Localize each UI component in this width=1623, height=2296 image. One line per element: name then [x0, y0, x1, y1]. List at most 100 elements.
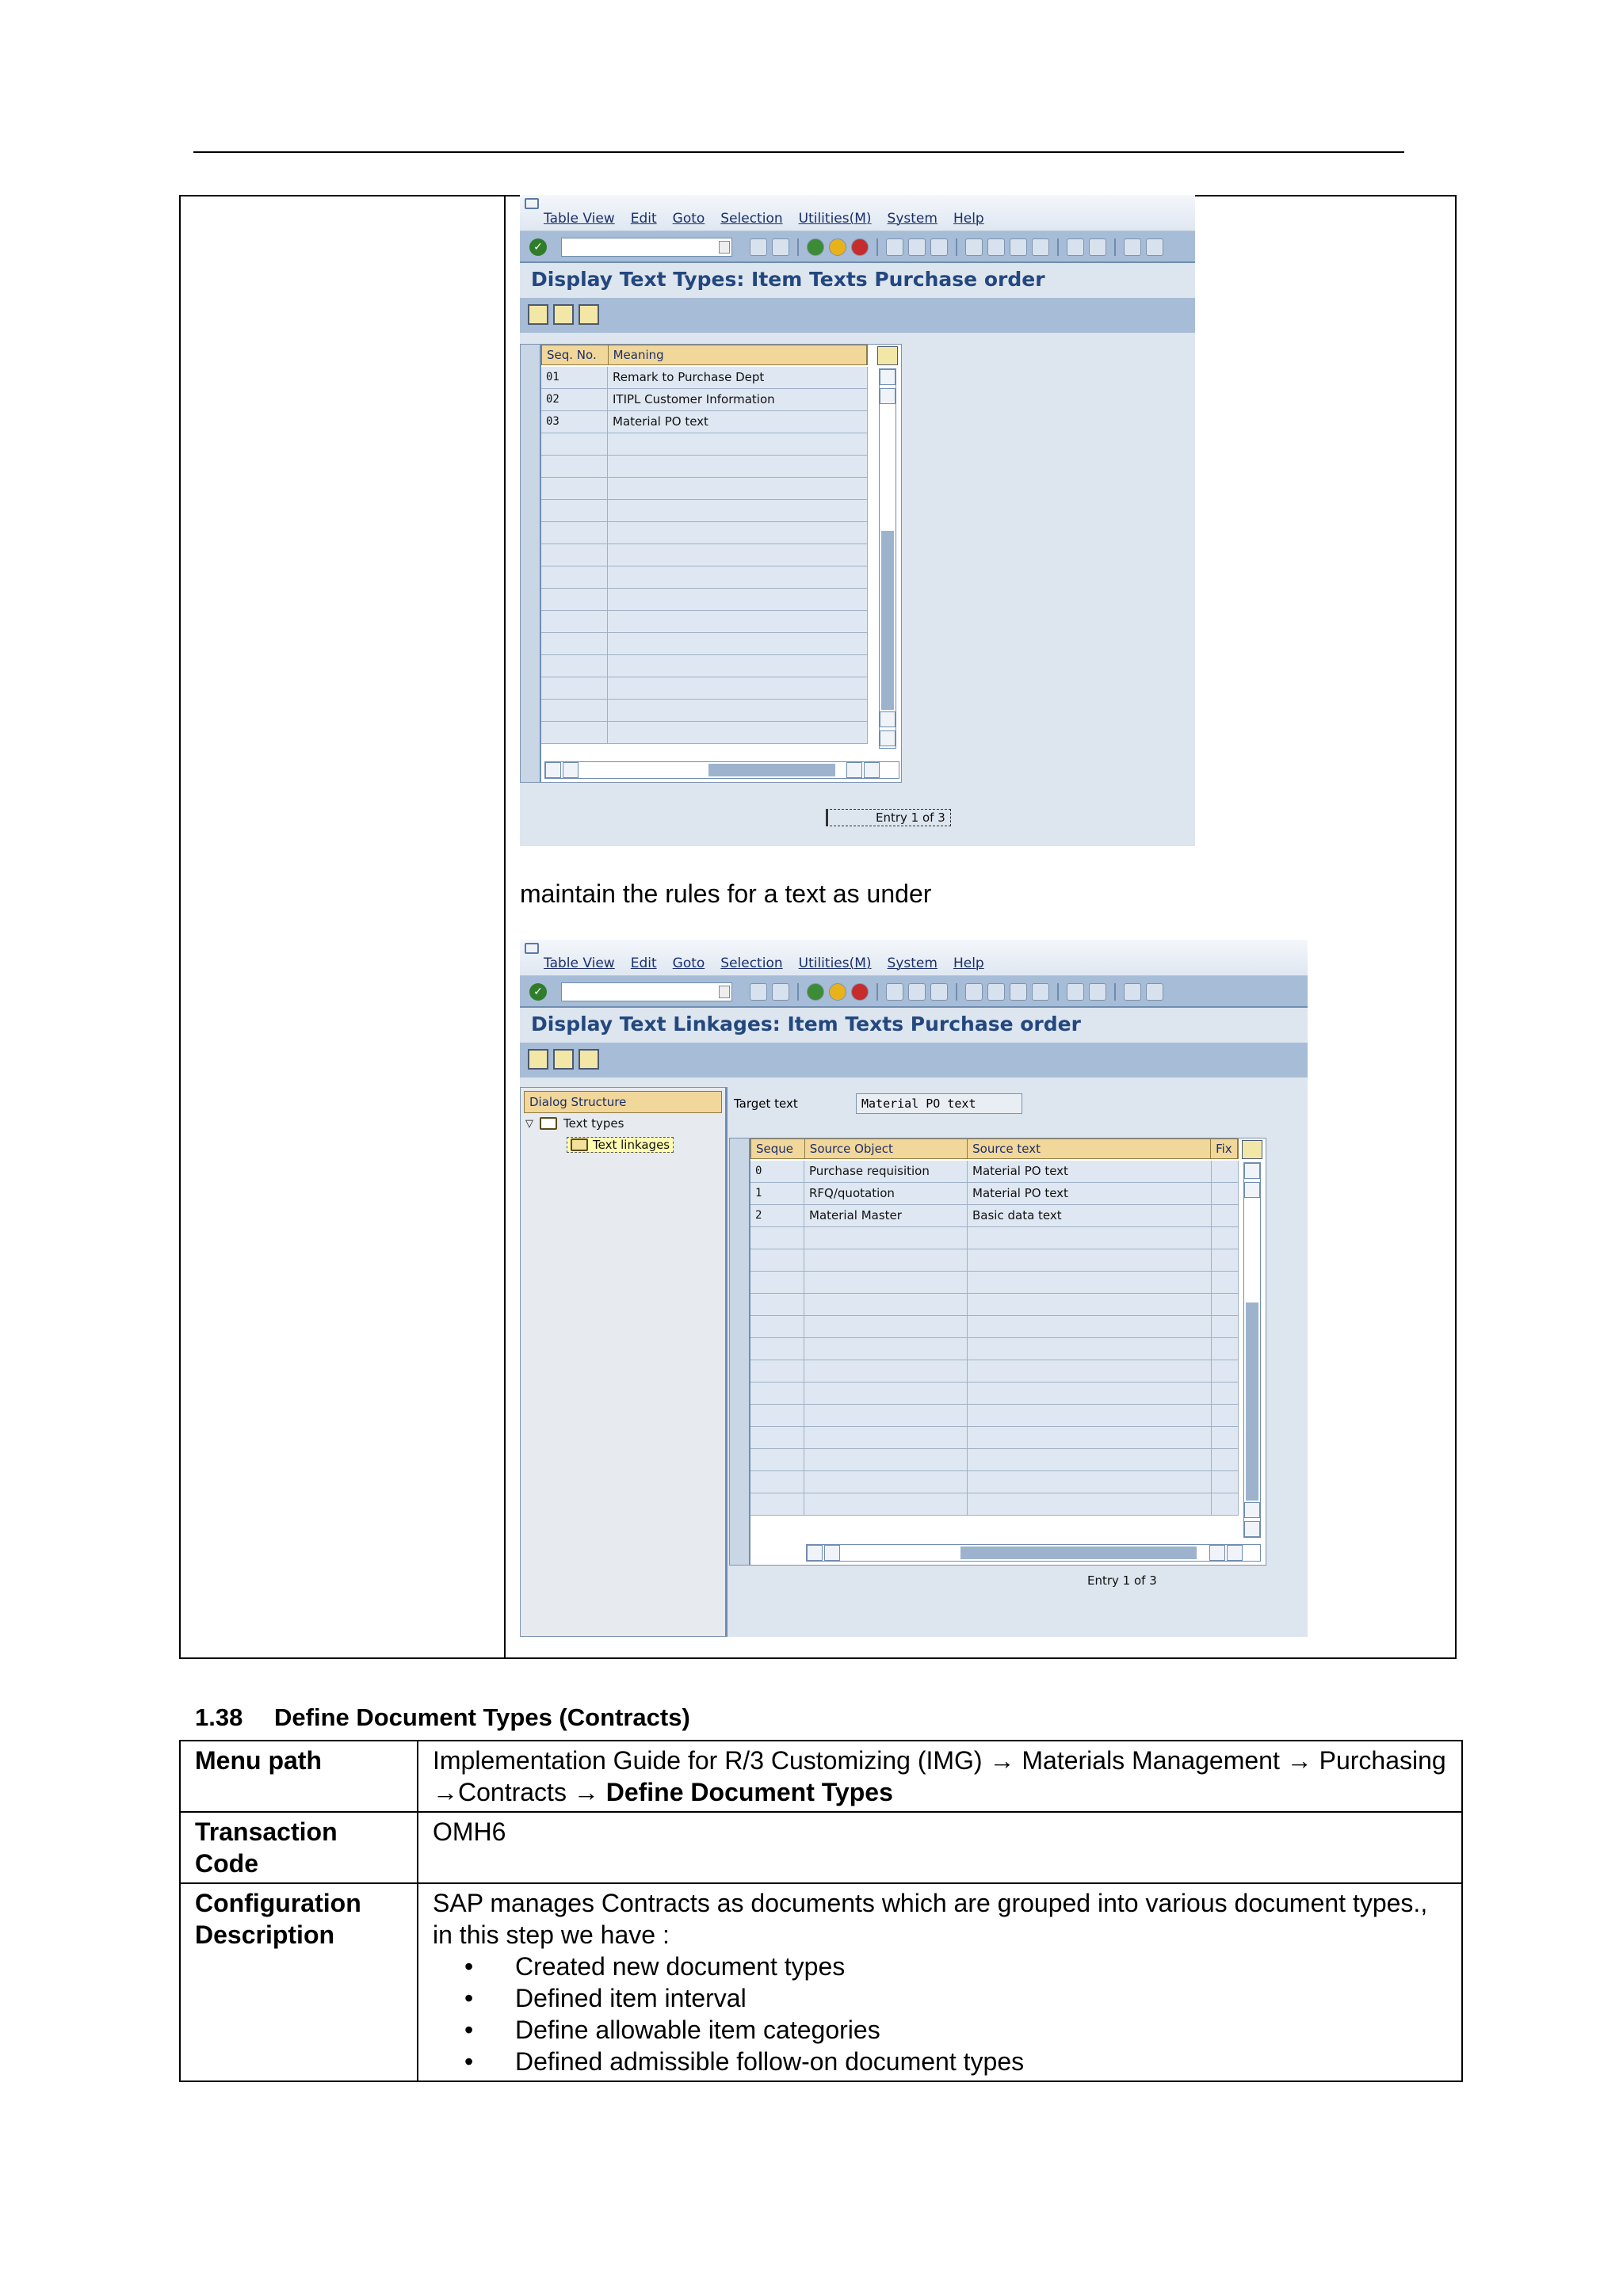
save-icon[interactable] [772, 238, 789, 256]
window-menu-icon[interactable] [525, 198, 539, 209]
command-dropdown-icon[interactable] [719, 241, 730, 254]
scroll-down-icon[interactable] [880, 388, 896, 404]
fix-cell[interactable] [1212, 1405, 1239, 1426]
menu-item-edit[interactable]: Edit [631, 211, 657, 227]
find-next-icon[interactable] [930, 238, 948, 256]
table-row[interactable] [750, 1405, 1239, 1427]
scroll-up-icon[interactable] [1244, 1163, 1260, 1179]
table-row[interactable] [541, 611, 868, 633]
new-session-icon[interactable] [1067, 983, 1084, 1001]
fix-cell[interactable] [1212, 1383, 1239, 1404]
table-row[interactable] [541, 655, 868, 677]
previous-page-icon[interactable] [987, 983, 1005, 1001]
table-row[interactable] [750, 1493, 1239, 1516]
table-row[interactable] [541, 589, 868, 611]
next-page-icon[interactable] [1010, 238, 1027, 256]
scroll-thumb[interactable] [960, 1547, 1197, 1559]
table-row[interactable] [750, 1449, 1239, 1471]
horizontal-scrollbar[interactable] [544, 761, 899, 779]
table-row[interactable]: 2 Material Master Basic data text [750, 1205, 1239, 1227]
shortcut-icon[interactable] [1089, 983, 1106, 1001]
table-row[interactable]: 03 Material PO text [541, 411, 868, 433]
table-settings-icon[interactable] [877, 346, 898, 365]
vertical-scrollbar[interactable] [879, 368, 896, 749]
table-row[interactable]: 02 ITIPL Customer Information [541, 389, 868, 411]
print-icon[interactable] [886, 983, 903, 1001]
find-next-icon[interactable] [930, 983, 948, 1001]
window-menu-icon[interactable] [525, 943, 539, 954]
cancel-icon[interactable] [851, 238, 869, 256]
enter-icon[interactable]: ✓ [529, 238, 547, 256]
fix-cell[interactable] [1212, 1205, 1239, 1226]
save-icon[interactable] [772, 983, 789, 1001]
scroll-page-down-icon[interactable] [1244, 1521, 1260, 1537]
menu-item-table-view[interactable]: Table View [544, 211, 615, 227]
menu-item-goto[interactable]: Goto [673, 211, 705, 227]
column-header-sequence[interactable]: Seque [751, 1139, 805, 1158]
scroll-left-icon[interactable] [807, 1545, 823, 1561]
fix-cell[interactable] [1212, 1316, 1239, 1337]
table-row[interactable] [541, 478, 868, 500]
details-icon[interactable] [553, 304, 574, 325]
help-icon[interactable] [1124, 238, 1141, 256]
tree-node-text-types[interactable]: ▽ Text types [525, 1116, 624, 1131]
print-list-icon[interactable] [579, 304, 599, 325]
back-icon[interactable] [807, 238, 824, 256]
exit-icon[interactable] [829, 238, 846, 256]
back-arrow-icon[interactable] [750, 238, 767, 256]
menu-item-help[interactable]: Help [953, 211, 984, 227]
table-settings-icon[interactable] [1242, 1140, 1262, 1159]
scroll-thumb[interactable] [1246, 1302, 1258, 1501]
last-page-icon[interactable] [1032, 238, 1049, 256]
fix-cell[interactable] [1212, 1493, 1239, 1515]
layout-menu-icon[interactable] [1146, 238, 1163, 256]
menu-item-table-view[interactable]: Table View [544, 955, 615, 971]
table-row[interactable] [541, 722, 868, 744]
new-session-icon[interactable] [1067, 238, 1084, 256]
scroll-right-icon[interactable] [864, 762, 880, 778]
table-row[interactable] [750, 1294, 1239, 1316]
shortcut-icon[interactable] [1089, 238, 1106, 256]
find-icon[interactable] [908, 238, 926, 256]
menu-item-utilities-m[interactable]: Utilities(M) [799, 211, 872, 227]
find-icon[interactable] [908, 983, 926, 1001]
cancel-icon[interactable] [851, 983, 869, 1001]
menu-item-edit[interactable]: Edit [631, 955, 657, 971]
column-header-fix[interactable]: Fix [1211, 1139, 1238, 1158]
table-row[interactable] [750, 1227, 1239, 1249]
scroll-right-icon[interactable] [824, 1545, 840, 1561]
print-icon[interactable] [886, 238, 903, 256]
fix-cell[interactable] [1212, 1294, 1239, 1315]
scroll-left-icon[interactable] [545, 762, 561, 778]
scroll-page-up-icon[interactable] [880, 711, 896, 727]
fix-cell[interactable] [1212, 1161, 1239, 1182]
row-selector-column[interactable] [730, 1138, 750, 1565]
table-row[interactable] [750, 1338, 1239, 1360]
column-header-source-object[interactable]: Source Object [805, 1139, 968, 1158]
display-change-icon[interactable] [528, 304, 548, 325]
scroll-page-up-icon[interactable] [1244, 1502, 1260, 1518]
fix-cell[interactable] [1212, 1360, 1239, 1382]
print-list-icon[interactable] [579, 1049, 599, 1070]
fix-cell[interactable] [1212, 1227, 1239, 1249]
table-row[interactable] [750, 1249, 1239, 1272]
row-selector-column[interactable] [521, 345, 541, 782]
fix-cell[interactable] [1212, 1183, 1239, 1204]
menu-item-selection[interactable]: Selection [720, 955, 782, 971]
next-page-icon[interactable] [1010, 983, 1027, 1001]
scroll-down-icon[interactable] [1244, 1182, 1260, 1198]
help-icon[interactable] [1124, 983, 1141, 1001]
table-row[interactable] [541, 700, 868, 722]
fix-cell[interactable] [1212, 1427, 1239, 1448]
first-page-icon[interactable] [965, 983, 983, 1001]
table-row[interactable] [750, 1316, 1239, 1338]
table-row[interactable]: 0 Purchase requisition Material PO text [750, 1161, 1239, 1183]
table-row[interactable]: 1 RFQ/quotation Material PO text [750, 1183, 1239, 1205]
menu-item-utilities-m[interactable]: Utilities(M) [799, 955, 872, 971]
exit-icon[interactable] [829, 983, 846, 1001]
table-row[interactable] [750, 1272, 1239, 1294]
scroll-right-icon[interactable] [563, 762, 579, 778]
table-row[interactable] [541, 677, 868, 700]
column-header-meaning[interactable]: Meaning [609, 345, 867, 364]
vertical-scrollbar[interactable] [1243, 1162, 1261, 1538]
